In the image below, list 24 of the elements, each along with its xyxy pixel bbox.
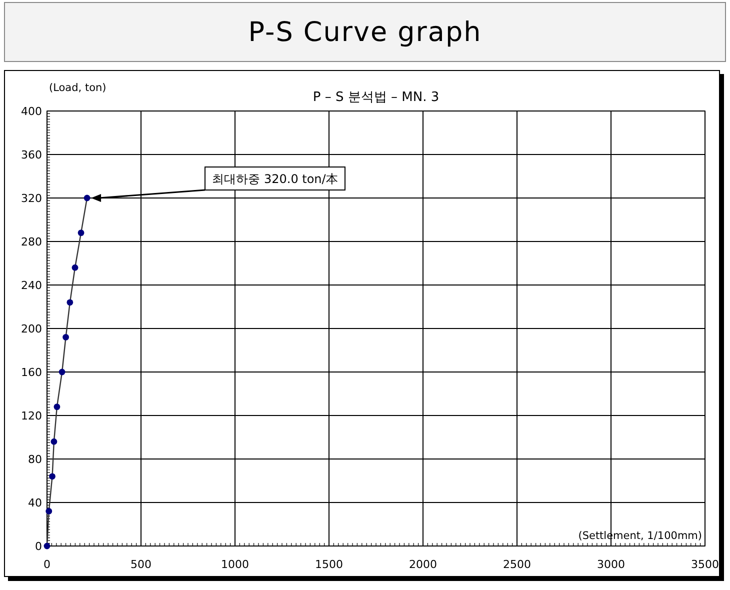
x-tick-label: 500 [130, 558, 152, 571]
x-tick-label: 3000 [597, 558, 625, 571]
y-axis-label: (Load, ton) [49, 82, 106, 94]
page-title: P-S Curve graph [248, 16, 482, 48]
x-tick-label: 0 [44, 558, 50, 571]
y-tick-label: 280 [21, 236, 42, 248]
y-tick-label: 80 [28, 453, 42, 466]
annotation-label: 최대하중 320.0 ton/本 [204, 166, 346, 190]
x-tick-label: 2000 [409, 558, 437, 571]
y-tick-label: 320 [21, 192, 42, 205]
y-tick-label: 360 [21, 148, 42, 162]
y-tick-label: 160 [21, 366, 42, 379]
y-tick-label: 40 [28, 496, 42, 510]
y-tick-label: 120 [21, 410, 42, 422]
x-tick-label: 2500 [503, 558, 531, 571]
x-tick-label: 1500 [315, 558, 343, 571]
x-tick-label: 3500 [691, 558, 719, 571]
y-tick-label: 400 [21, 105, 42, 118]
chart-title: P – S 분석법 – MN. 3 [312, 90, 440, 105]
x-tick-label: 1000 [221, 558, 249, 571]
annotation: 최대하중 320.0 ton/本 [212, 172, 338, 186]
y-tick-label: 0 [35, 540, 42, 553]
y-tick-label: 200 [21, 322, 42, 336]
y-tick-label: 240 [21, 279, 42, 292]
